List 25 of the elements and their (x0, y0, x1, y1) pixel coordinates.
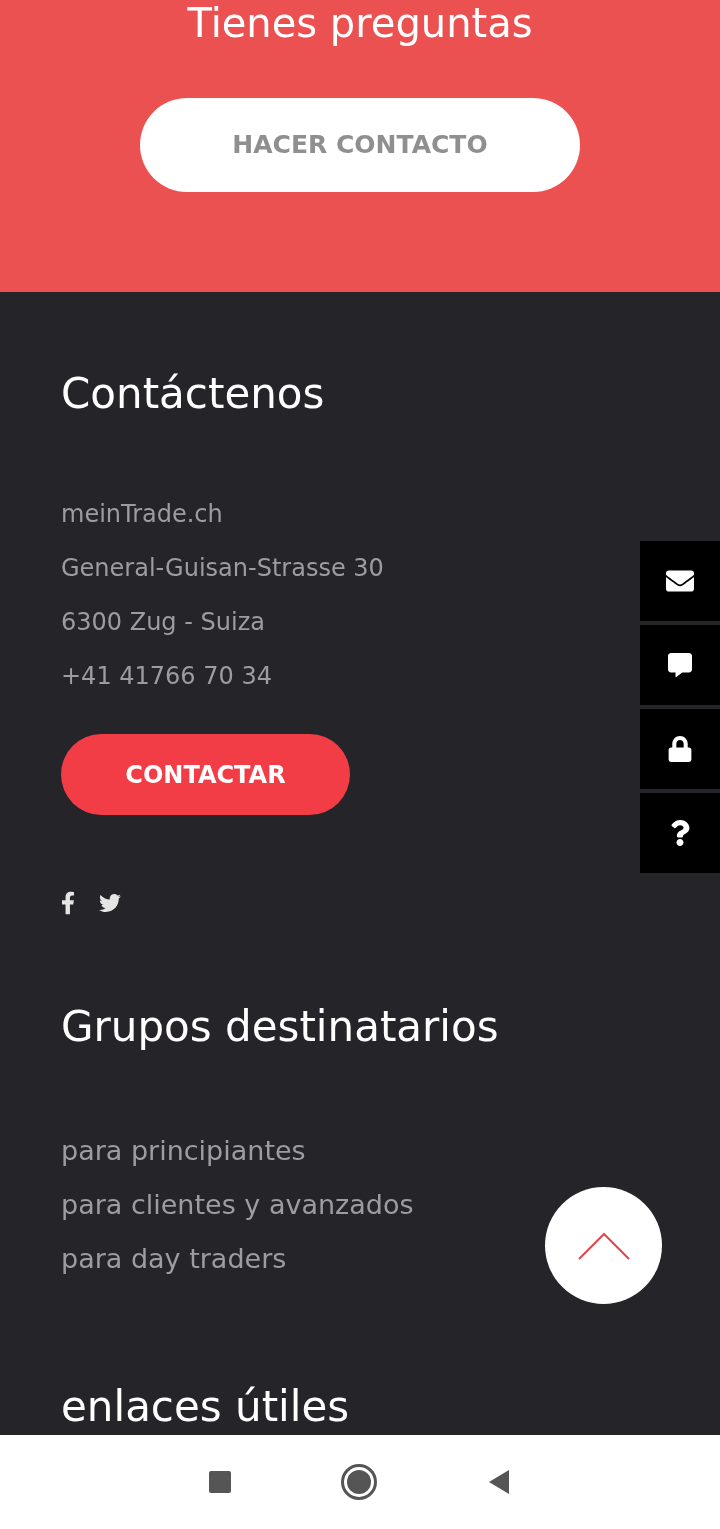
chevron-up-icon (577, 1231, 630, 1260)
back-button[interactable] (487, 1469, 511, 1495)
lock-icon (668, 736, 692, 762)
chat-icon (668, 652, 692, 678)
lock-button[interactable] (640, 709, 720, 789)
section-title: Contáctenos (61, 368, 326, 420)
chat-button[interactable] (640, 625, 720, 705)
contact-button[interactable]: HACER CONTACTO (140, 98, 580, 192)
twitter-icon[interactable] (97, 892, 123, 914)
section-title: Grupos destinatarios (61, 1001, 500, 1053)
banner-title: Tienes preguntas (187, 0, 533, 46)
address-line: +41 41766 70 34 (61, 661, 273, 692)
facebook-icon[interactable] (61, 891, 75, 915)
address-line: meinTrade.ch (61, 499, 224, 530)
address-line: 6300 Zug - Suiza (61, 607, 266, 638)
home-button[interactable] (341, 1464, 377, 1500)
group-link[interactable]: para principiantes (61, 1131, 306, 1171)
group-link[interactable]: para day traders (61, 1239, 287, 1279)
contactar-button[interactable]: CONTACTAR (61, 734, 350, 815)
help-button[interactable] (640, 793, 720, 873)
help-icon (670, 820, 690, 846)
group-link[interactable]: para clientes y avanzados (61, 1185, 414, 1225)
section-title: enlaces útiles (61, 1381, 351, 1433)
address-line: General-Guisan-Strasse 30 (61, 553, 385, 584)
mail-button[interactable] (640, 541, 720, 621)
